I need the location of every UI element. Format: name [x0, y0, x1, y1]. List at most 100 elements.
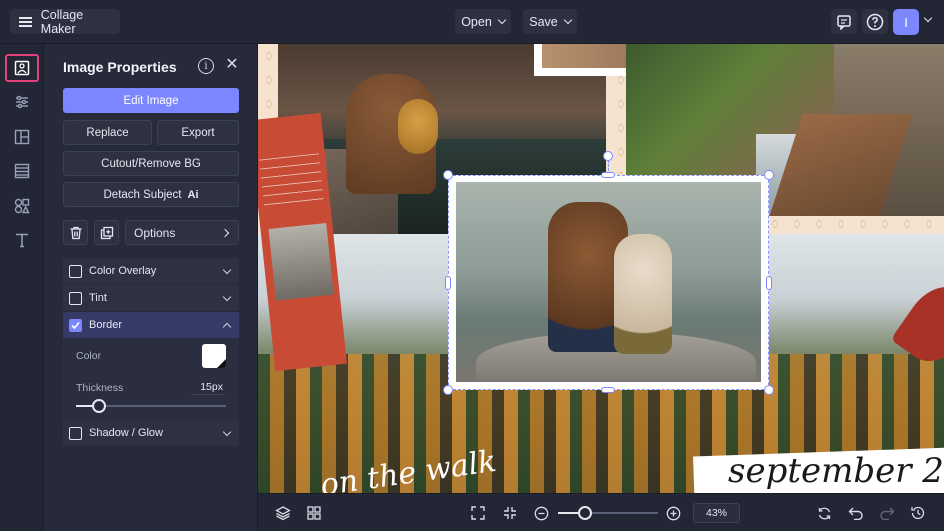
border-checkbox[interactable]: [69, 318, 82, 332]
save-label: Save: [529, 14, 558, 29]
undo-icon: [848, 507, 863, 520]
redo-button[interactable]: [875, 501, 899, 525]
thickness-slider-thumb[interactable]: [91, 399, 106, 413]
hamburger-icon: [19, 16, 32, 27]
graphics-icon: [14, 198, 30, 214]
rail-backgrounds[interactable]: [5, 157, 39, 185]
options-button[interactable]: Options: [125, 220, 239, 245]
shadow-glow-checkbox[interactable]: [69, 426, 82, 440]
layouts-icon: [14, 129, 30, 145]
zoom-slider-thumb[interactable]: [578, 506, 592, 520]
resize-handle-right[interactable]: [766, 276, 772, 290]
tint-label: Tint: [89, 292, 107, 304]
close-icon[interactable]: ✕: [224, 56, 240, 74]
tool-rail: [0, 44, 44, 531]
resize-handle-top-right[interactable]: [764, 170, 774, 180]
text-icon: [16, 233, 28, 248]
zoom-out-icon: [534, 506, 548, 520]
open-button[interactable]: Open: [455, 9, 511, 34]
rail-layouts[interactable]: [5, 123, 39, 151]
delete-button[interactable]: [63, 220, 88, 245]
rail-graphics[interactable]: [5, 192, 39, 220]
layers-button[interactable]: [271, 501, 295, 525]
chevron-down-icon: [222, 427, 232, 436]
border-section[interactable]: Border: [63, 312, 239, 338]
avatar[interactable]: I: [893, 9, 919, 35]
border-settings: Color Thickness 15px: [63, 338, 239, 420]
layers-icon: [275, 506, 291, 521]
rail-text[interactable]: [5, 226, 39, 254]
help-button[interactable]: [862, 9, 888, 34]
resize-handle-bottom-right[interactable]: [764, 385, 774, 395]
fit-to-screen-button[interactable]: [466, 501, 490, 525]
history-button[interactable]: [906, 501, 930, 525]
options-label: Options: [134, 225, 176, 240]
main-menu-button[interactable]: Collage Maker: [10, 7, 120, 36]
history-icon: [911, 506, 925, 520]
chevron-right-icon: [220, 228, 230, 237]
chevron-down-icon: [563, 15, 572, 25]
chevron-down-icon: [222, 265, 232, 274]
checkmark-icon: [71, 321, 80, 329]
zoom-in-icon: [666, 506, 680, 520]
rotate-handle[interactable]: [603, 151, 613, 161]
edit-image-button[interactable]: Edit Image: [63, 88, 239, 113]
rail-adjustments[interactable]: [5, 88, 39, 116]
image-properties-panel: Image Properties i ✕ Edit Image Replace …: [44, 44, 258, 531]
zoom-in-button[interactable]: [661, 501, 685, 525]
border-label: Border: [89, 319, 123, 331]
resize-handle-bottom[interactable]: [601, 387, 615, 393]
photo-detail: [398, 99, 438, 154]
export-button[interactable]: Export: [157, 120, 239, 145]
collage-canvas[interactable]: september 20 on the walk: [258, 44, 944, 493]
color-overlay-section[interactable]: Color Overlay: [63, 258, 239, 284]
shadow-glow-label: Shadow / Glow: [89, 427, 163, 439]
backgrounds-icon: [14, 163, 30, 179]
photo-detail: [268, 222, 334, 301]
zoom-out-button[interactable]: [529, 501, 553, 525]
detach-subject-button[interactable]: Detach Subject Ai: [63, 182, 239, 207]
tint-section[interactable]: Tint: [63, 285, 239, 311]
trash-icon: [70, 226, 81, 239]
comment-icon: [837, 14, 851, 30]
rail-image-properties[interactable]: [5, 54, 39, 82]
resize-handle-left[interactable]: [445, 276, 451, 290]
collapse-icon: [504, 507, 516, 519]
chevron-down-icon: [222, 292, 232, 301]
save-button[interactable]: Save: [523, 9, 577, 34]
banner-text[interactable]: september 20: [728, 451, 944, 491]
resize-handle-bottom-left[interactable]: [443, 385, 453, 395]
duplicate-button[interactable]: [94, 220, 119, 245]
border-thickness-input[interactable]: 15px: [191, 381, 225, 395]
zoom-level-input[interactable]: 43%: [693, 503, 740, 523]
resize-handle-top[interactable]: [601, 172, 615, 178]
top-bar: Collage Maker Open Save I: [0, 0, 944, 44]
grid-button[interactable]: [302, 501, 326, 525]
app-title: Collage Maker: [40, 7, 84, 36]
selection-box: [448, 175, 769, 390]
panel-title: Image Properties: [63, 59, 177, 75]
color-overlay-checkbox[interactable]: [69, 264, 82, 278]
border-thickness-label: Thickness: [76, 382, 124, 394]
replace-button[interactable]: Replace: [63, 120, 152, 145]
grid-icon: [307, 506, 321, 520]
chevron-down-icon: [497, 15, 507, 25]
tint-checkbox[interactable]: [69, 291, 82, 305]
undo-button[interactable]: [844, 501, 868, 525]
zoom-slider-track[interactable]: [558, 512, 658, 514]
account-chevron-icon[interactable]: [923, 13, 933, 23]
comments-button[interactable]: [831, 9, 857, 34]
shadow-glow-section[interactable]: Shadow / Glow: [63, 420, 239, 446]
border-color-swatch[interactable]: [202, 344, 226, 368]
photo-detail: [259, 153, 325, 210]
bottom-toolbar: 43%: [258, 493, 944, 531]
refresh-button[interactable]: [812, 501, 836, 525]
help-icon: [866, 13, 884, 30]
info-icon[interactable]: i: [198, 58, 214, 74]
cutout-remove-bg-button[interactable]: Cutout/Remove BG: [63, 151, 239, 176]
actual-size-button[interactable]: [498, 501, 522, 525]
redo-icon: [880, 507, 895, 520]
image-properties-icon: [14, 60, 30, 76]
chevron-up-icon: [222, 322, 232, 331]
resize-handle-top-left[interactable]: [443, 170, 453, 180]
